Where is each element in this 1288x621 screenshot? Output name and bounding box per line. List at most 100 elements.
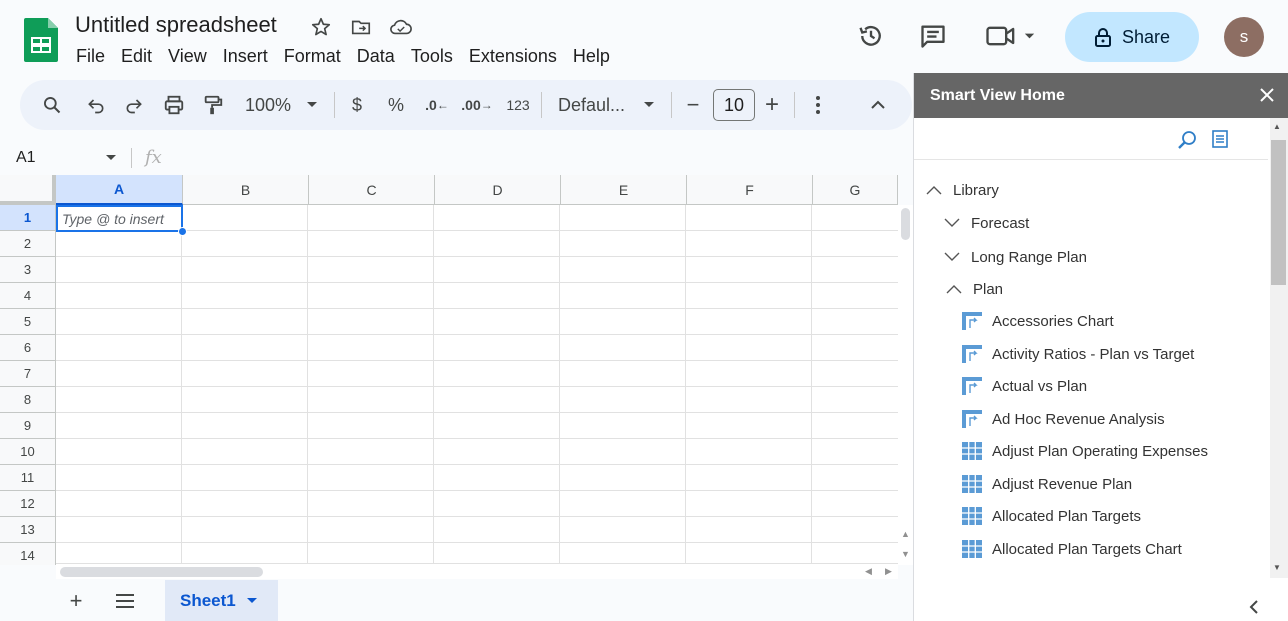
scroll-down-arrow-icon[interactable]: ▼ xyxy=(901,549,910,559)
menu-tools[interactable]: Tools xyxy=(403,44,461,69)
close-icon[interactable] xyxy=(1255,83,1279,107)
arrow-left-icon: ← xyxy=(436,98,449,112)
menu-view[interactable]: View xyxy=(160,44,215,69)
decrease-decimal-button[interactable]: .0 ← xyxy=(420,80,454,130)
row-header-6[interactable]: 6 xyxy=(0,335,56,361)
tree-node-label: Plan xyxy=(973,280,1004,298)
sheet-tab-sheet1[interactable]: Sheet1 xyxy=(165,580,278,621)
sheets-logo[interactable] xyxy=(24,18,58,62)
tree-item-accessories-chart[interactable]: Accessories Chart xyxy=(961,309,1114,333)
tree-item-activity-ratios[interactable]: Activity Ratios - Plan vs Target xyxy=(961,342,1194,366)
row-header-2[interactable]: 2 xyxy=(0,231,56,257)
all-sheets-icon[interactable] xyxy=(110,586,140,616)
collapse-side-panel-icon[interactable] xyxy=(1244,596,1264,618)
scroll-right-arrow-icon[interactable]: ▶ xyxy=(885,566,892,577)
scroll-left-arrow-icon[interactable]: ◀ xyxy=(865,566,872,577)
menu-data[interactable]: Data xyxy=(349,44,403,69)
column-header-e[interactable]: E xyxy=(561,175,687,205)
menu-insert[interactable]: Insert xyxy=(215,44,276,69)
zoom-dropdown-icon[interactable] xyxy=(302,80,322,130)
scroll-up-arrow-icon[interactable]: ▲ xyxy=(901,529,910,539)
share-button[interactable]: Share xyxy=(1065,12,1199,62)
more-options-icon[interactable] xyxy=(808,80,828,130)
tree-item-actual-vs-plan[interactable]: Actual vs Plan xyxy=(961,374,1087,398)
sheet-tab-label: Sheet1 xyxy=(180,590,236,610)
tree-node-long-range-plan[interactable]: Long Range Plan xyxy=(941,245,1087,269)
row-header-8[interactable]: 8 xyxy=(0,387,56,413)
comments-icon[interactable] xyxy=(917,20,949,52)
tree-node-plan[interactable]: Plan xyxy=(943,277,1003,301)
paint-format-icon[interactable] xyxy=(199,80,227,130)
panel-scroll-up-icon[interactable]: ▲ xyxy=(1273,122,1281,131)
name-box-dropdown-icon xyxy=(106,155,116,160)
document-title[interactable]: Untitled spreadsheet xyxy=(75,12,277,38)
row-header-10[interactable]: 10 xyxy=(0,439,56,465)
row-header-7[interactable]: 7 xyxy=(0,361,56,387)
formula-divider xyxy=(131,148,132,168)
tree-node-library[interactable]: Library xyxy=(923,178,999,202)
row-header-11[interactable]: 11 xyxy=(0,465,56,491)
zoom-value[interactable]: 100% xyxy=(240,80,296,130)
cloud-saved-icon[interactable] xyxy=(388,14,414,40)
row-header-4[interactable]: 4 xyxy=(0,283,56,309)
name-box[interactable]: A1 xyxy=(0,140,130,176)
tree-item-ad-hoc-revenue[interactable]: Ad Hoc Revenue Analysis xyxy=(961,407,1165,431)
menu-edit[interactable]: Edit xyxy=(113,44,160,69)
print-icon[interactable] xyxy=(160,80,188,130)
vertical-scrollbar[interactable] xyxy=(898,205,913,565)
font-size-increase-button[interactable]: + xyxy=(761,80,783,130)
font-family-select[interactable]: Defaul... xyxy=(558,80,638,130)
row-header-14[interactable]: 14 xyxy=(0,543,56,565)
font-size-input[interactable]: 10 xyxy=(713,89,755,121)
menu-format[interactable]: Format xyxy=(276,44,349,69)
panel-scroll-thumb[interactable] xyxy=(1271,140,1286,285)
column-header-a[interactable]: A xyxy=(56,175,183,205)
search-icon[interactable] xyxy=(38,80,66,130)
row-header-13[interactable]: 13 xyxy=(0,517,56,543)
tree-item-allocated-plan-targets-chart[interactable]: Allocated Plan Targets Chart xyxy=(961,537,1182,561)
font-dropdown-icon[interactable] xyxy=(640,80,658,130)
horizontal-scroll-thumb[interactable] xyxy=(60,567,263,577)
undo-icon[interactable] xyxy=(82,80,110,130)
increase-decimal-button[interactable]: .00 → xyxy=(460,80,494,130)
column-header-c[interactable]: C xyxy=(309,175,435,205)
column-header-g[interactable]: G xyxy=(813,175,898,205)
font-size-decrease-button[interactable]: − xyxy=(682,80,704,130)
row-header-9[interactable]: 9 xyxy=(0,413,56,439)
menu-help[interactable]: Help xyxy=(565,44,618,69)
spreadsheet-grid[interactable]: A B C D E F G 1 2 3 4 5 6 7 8 9 10 11 12… xyxy=(0,175,898,565)
currency-format-button[interactable]: $ xyxy=(345,80,369,130)
more-formats-button[interactable]: 123 xyxy=(502,80,534,130)
move-folder-icon[interactable] xyxy=(348,14,374,40)
column-header-d[interactable]: D xyxy=(435,175,561,205)
menu-extensions[interactable]: Extensions xyxy=(461,44,565,69)
document-list-icon[interactable] xyxy=(1211,129,1231,151)
tree-item-allocated-plan-targets[interactable]: Allocated Plan Targets xyxy=(961,504,1141,528)
row-header-5[interactable]: 5 xyxy=(0,309,56,335)
menu-file[interactable]: File xyxy=(68,44,113,69)
collapse-toolbar-icon[interactable] xyxy=(866,80,890,130)
row-header-1[interactable]: 1 xyxy=(0,205,56,231)
account-avatar[interactable]: s xyxy=(1224,17,1264,57)
panel-toolbar xyxy=(914,118,1268,160)
tree-node-forecast[interactable]: Forecast xyxy=(941,211,1029,235)
search-icon[interactable] xyxy=(1176,129,1198,151)
column-header-b[interactable]: B xyxy=(183,175,309,205)
vertical-scroll-thumb[interactable] xyxy=(901,208,910,240)
row-header-12[interactable]: 12 xyxy=(0,491,56,517)
tree-item-adjust-revenue-plan[interactable]: Adjust Revenue Plan xyxy=(961,472,1132,496)
add-sheet-icon[interactable]: + xyxy=(61,586,91,616)
select-all-corner[interactable] xyxy=(0,175,56,205)
fill-handle[interactable] xyxy=(178,227,187,236)
version-history-icon[interactable] xyxy=(855,20,887,52)
panel-scroll-down-icon[interactable]: ▼ xyxy=(1273,563,1281,572)
column-header-f[interactable]: F xyxy=(687,175,813,205)
row-header-3[interactable]: 3 xyxy=(0,257,56,283)
percent-format-button[interactable]: % xyxy=(384,80,408,130)
tree-item-adjust-plan-opex[interactable]: Adjust Plan Operating Expenses xyxy=(961,439,1208,463)
star-icon[interactable] xyxy=(308,14,334,40)
active-cell-a1[interactable]: Type @ to insert xyxy=(56,205,183,232)
meet-video-icon[interactable] xyxy=(984,20,1040,52)
redo-icon[interactable] xyxy=(120,80,148,130)
cell-area[interactable] xyxy=(56,205,898,565)
